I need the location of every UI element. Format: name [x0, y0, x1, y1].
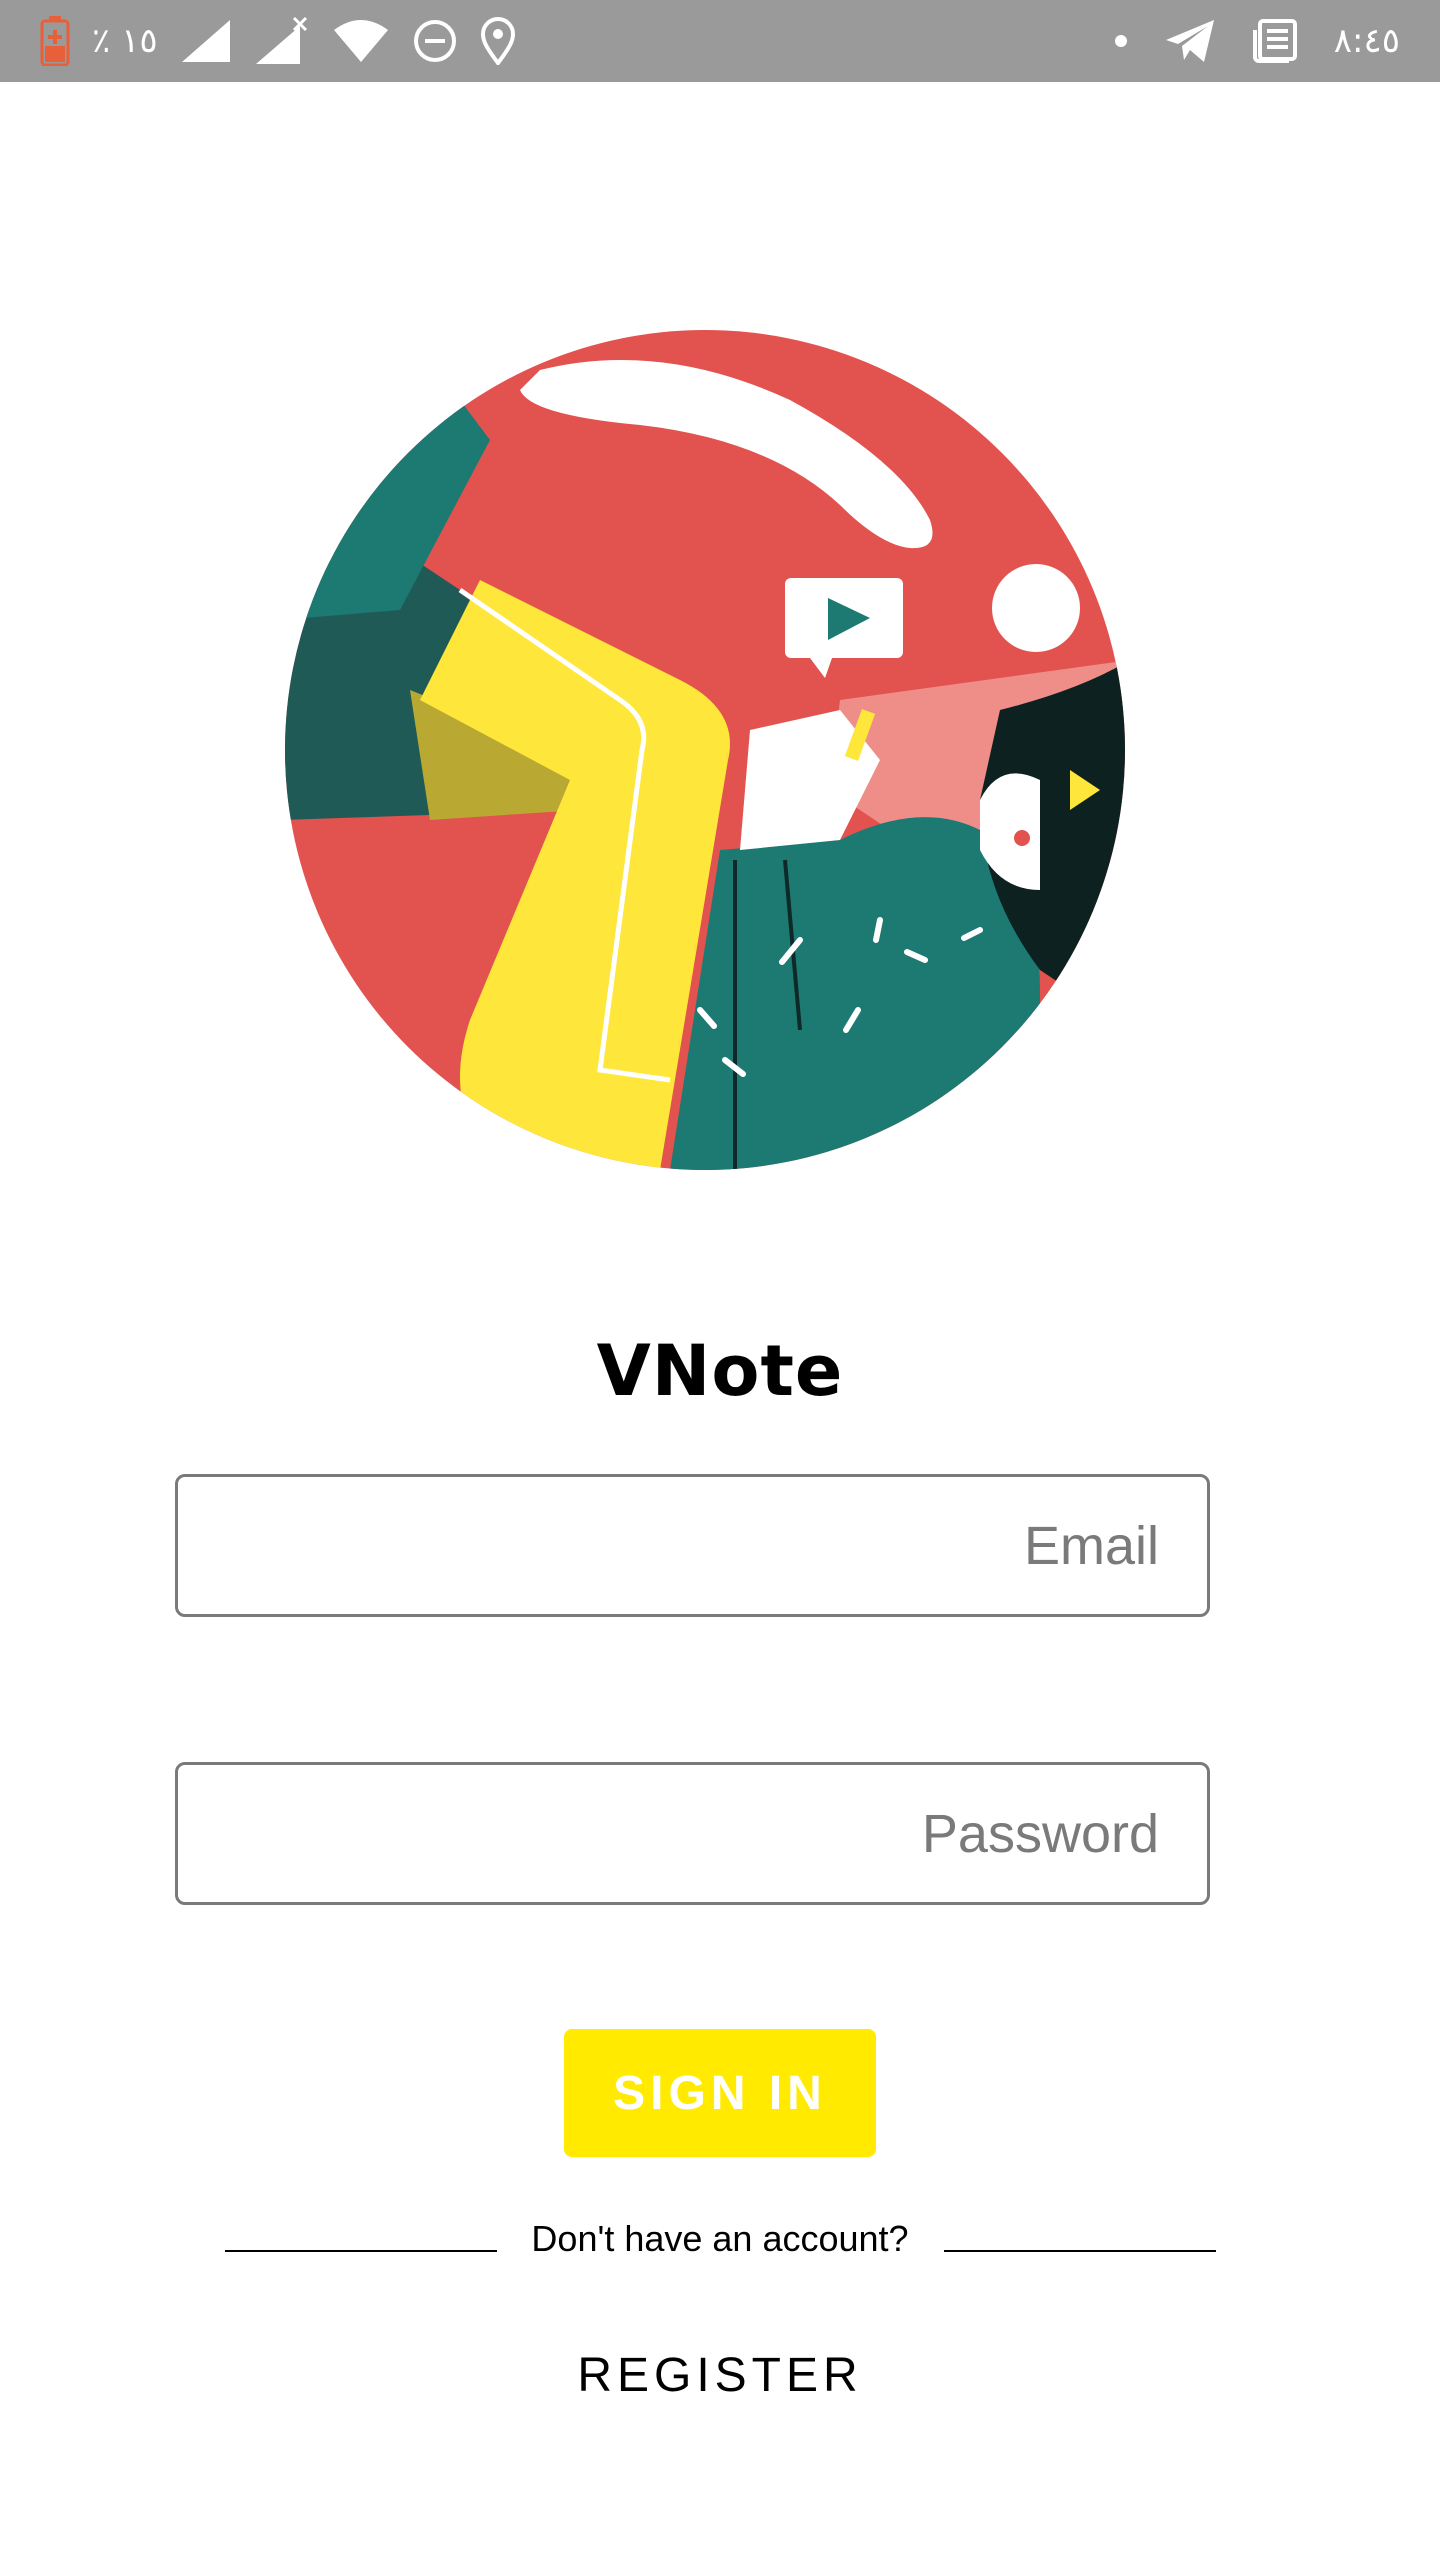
news-icon	[1252, 19, 1297, 63]
password-field[interactable]	[175, 1762, 1210, 1905]
hero-illustration	[285, 330, 1125, 1170]
app-title: VNote	[596, 1330, 844, 1412]
cell-signal-no-data-icon	[255, 16, 307, 64]
status-bar-left: ٪ ١٥	[40, 0, 516, 82]
register-button[interactable]: REGISTER	[520, 2340, 920, 2410]
battery-percent-text: ٪ ١٥	[92, 21, 158, 61]
status-bar: ٪ ١٥ ٨:٤٥	[0, 0, 1440, 82]
notification-dot-icon	[1114, 35, 1127, 47]
cell-signal-icon	[181, 20, 230, 62]
battery-low-icon	[40, 16, 70, 66]
telegram-icon	[1165, 20, 1214, 62]
account-divider: Don't have an account?	[0, 2210, 1440, 2270]
no-account-text: Don't have an account?	[531, 2218, 909, 2259]
divider-line-right	[944, 2250, 1216, 2252]
password-input[interactable]	[178, 1765, 1207, 1902]
sign-in-button[interactable]: SIGN IN	[564, 2029, 876, 2157]
status-time-text: ٨:٤٥	[1333, 21, 1400, 61]
email-input[interactable]	[178, 1477, 1207, 1614]
wifi-icon	[333, 20, 388, 62]
status-bar-right: ٨:٤٥	[1114, 0, 1400, 82]
do-not-disturb-icon	[413, 20, 456, 62]
location-icon	[480, 17, 515, 65]
email-field[interactable]	[175, 1474, 1210, 1617]
